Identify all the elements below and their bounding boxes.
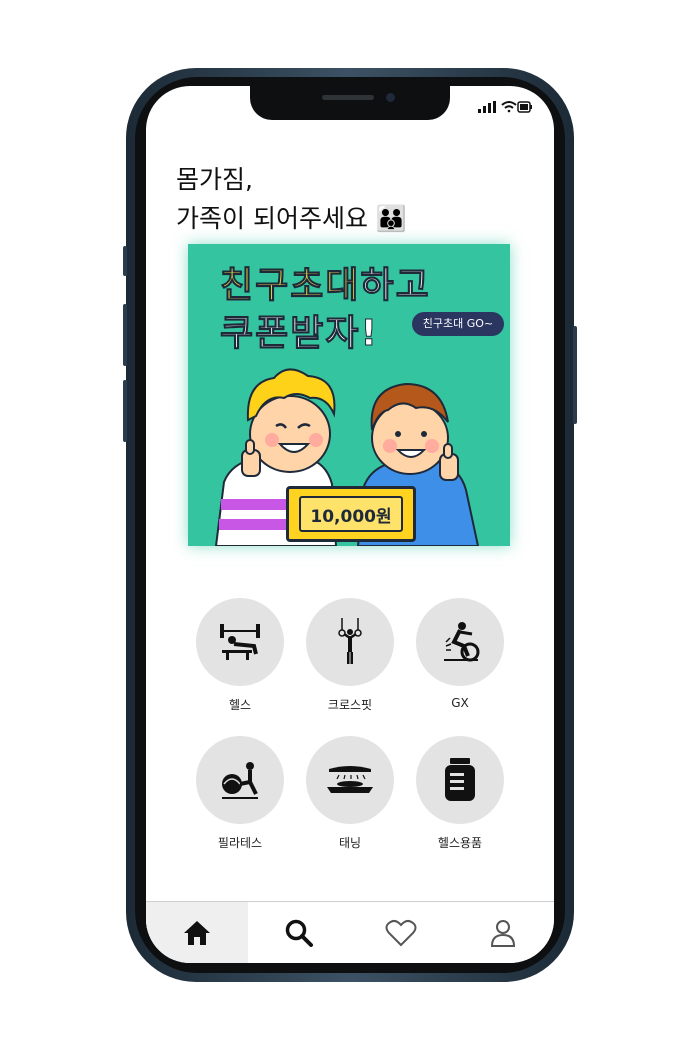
wifi-icon [501,101,517,113]
status-bar [478,101,532,113]
volume-down-button [123,380,127,442]
tab-home[interactable] [146,902,248,963]
profile-icon [490,920,516,947]
category-circle [306,736,394,824]
tab-profile[interactable] [452,902,554,963]
category-supplements[interactable]: 헬스용품 [414,736,506,851]
pilates-ball-icon [222,762,258,799]
coupon-amount: 10,000원 [310,507,392,527]
headline-line2-text: 가족이 되어주세요 [176,204,368,233]
notch [250,86,450,120]
headline-line1: 몸가짐, [176,165,253,194]
bottom-tab-bar [146,901,554,963]
coupon-ticket: 10,000원 [286,486,416,542]
speaker-grille [322,95,374,100]
rings-icon [338,618,362,664]
invite-friend-banner[interactable]: 친구초대하고 쿠폰받자! 친구초대 GO~ 10,000원 [188,244,510,546]
category-circle [196,736,284,824]
tab-search[interactable] [248,902,350,963]
category-circle [306,598,394,686]
supplement-jar-icon [445,758,475,801]
heart-icon [385,919,417,947]
power-button [573,326,577,424]
phone-frame: 몸가짐, 가족이 되어주세요 👪 친구초대하고 쿠폰받자! 친구초대 GO~ 1… [123,68,577,982]
category-label: 크로스핏 [327,698,373,712]
mute-switch [123,246,127,276]
spin-bike-icon [444,622,480,662]
signal-icon [478,101,496,113]
category-label: 태닝 [338,836,362,850]
category-label: 헬스 [228,698,252,712]
volume-up-button [123,304,127,366]
category-label: GX [451,696,469,710]
category-pilates[interactable]: 필라테스 [194,736,286,851]
category-gx[interactable]: GX [414,598,506,710]
search-icon [285,919,313,947]
bench-press-icon [220,624,260,660]
category-tanning[interactable]: 태닝 [304,736,396,851]
front-camera [386,93,395,102]
battery-icon [517,101,532,113]
tab-favorites[interactable] [350,902,452,963]
category-crossfit[interactable]: 크로스핏 [304,598,396,713]
category-label: 헬스용품 [437,836,483,850]
app-screen: 몸가짐, 가족이 되어주세요 👪 친구초대하고 쿠폰받자! 친구초대 GO~ 1… [146,86,554,963]
family-emoji-icon: 👪 [375,204,408,233]
headline-line2: 가족이 되어주세요 👪 [176,199,407,238]
category-label: 필라테스 [217,836,263,850]
category-circle [196,598,284,686]
category-health[interactable]: 헬스 [194,598,286,713]
category-circle [416,598,504,686]
tanning-bed-icon [327,766,373,793]
category-circle [416,736,504,824]
home-icon [184,921,210,945]
page-title: 몸가짐, 가족이 되어주세요 👪 [176,160,407,238]
